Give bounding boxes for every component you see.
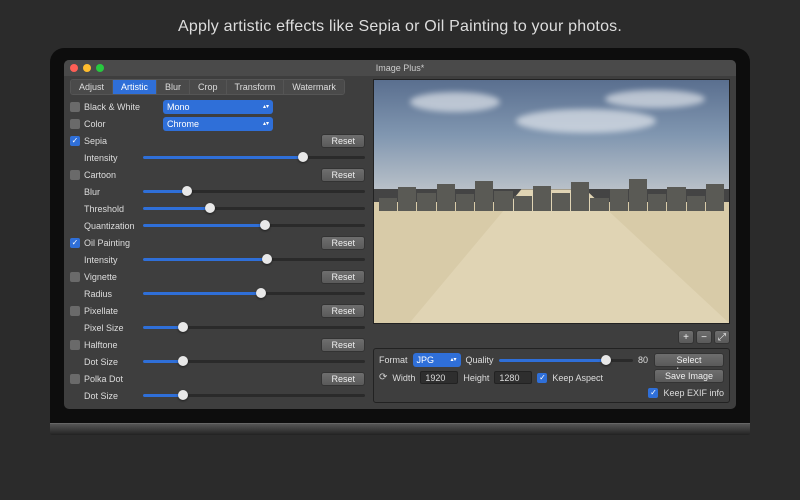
sepia-label: Sepia — [84, 136, 107, 146]
height-label: Height — [463, 373, 489, 383]
cartoon-label: Cartoon — [84, 170, 116, 180]
keep-aspect-checkbox[interactable] — [537, 373, 547, 383]
sepia-checkbox[interactable] — [70, 136, 80, 146]
image-preview — [373, 79, 730, 324]
sepia-intensity-slider[interactable] — [143, 151, 365, 165]
polka-label: Polka Dot — [84, 374, 123, 384]
tab-adjust[interactable]: Adjust — [71, 80, 113, 94]
zoom-fit-button[interactable]: ⤢ — [714, 330, 730, 344]
tab-transform[interactable]: Transform — [227, 80, 285, 94]
quality-label: Quality — [466, 355, 494, 365]
vignette-radius-slider[interactable] — [143, 287, 365, 301]
keep-aspect-label: Keep Aspect — [552, 373, 603, 383]
oil-intensity-slider[interactable] — [143, 253, 365, 267]
cartoon-blur-label: Blur — [84, 187, 139, 197]
polka-checkbox[interactable] — [70, 374, 80, 384]
bw-checkbox[interactable] — [70, 102, 80, 112]
bw-select[interactable]: Mono ▴▾ — [163, 100, 273, 114]
oil-checkbox[interactable] — [70, 238, 80, 248]
save-image-button[interactable]: Save Image — [654, 369, 724, 383]
polka-size-slider[interactable] — [143, 389, 365, 403]
halftone-checkbox[interactable] — [70, 340, 80, 350]
color-label: Color — [84, 119, 159, 129]
cartoon-checkbox[interactable] — [70, 170, 80, 180]
sepia-reset-button[interactable]: Reset — [321, 134, 365, 148]
cartoon-quant-slider[interactable] — [143, 219, 365, 233]
format-label: Format — [379, 355, 408, 365]
cartoon-quant-label: Quantization — [84, 221, 139, 231]
pixellate-size-label: Pixel Size — [84, 323, 139, 333]
close-icon[interactable] — [70, 64, 78, 72]
tab-bar: Adjust Artistic Blur Crop Transform Wate… — [70, 79, 345, 95]
height-input[interactable]: 1280 — [494, 371, 532, 384]
tab-crop[interactable]: Crop — [190, 80, 227, 94]
quality-value: 80 — [638, 355, 648, 365]
zoom-in-button[interactable]: + — [678, 330, 694, 344]
cartoon-blur-slider[interactable] — [143, 185, 365, 199]
keep-exif-label: Keep EXIF info — [663, 388, 724, 398]
chevron-updown-icon: ▴▾ — [450, 358, 456, 362]
zoom-out-button[interactable]: − — [696, 330, 712, 344]
refresh-icon[interactable]: ⟳ — [379, 372, 387, 383]
format-select[interactable]: JPG ▴▾ — [413, 353, 461, 367]
pixellate-checkbox[interactable] — [70, 306, 80, 316]
polka-size-label: Dot Size — [84, 391, 139, 401]
sepia-intensity-label: Intensity — [84, 153, 139, 163]
halftone-reset-button[interactable]: Reset — [321, 338, 365, 352]
color-checkbox[interactable] — [70, 119, 80, 129]
cartoon-threshold-label: Threshold — [84, 204, 139, 214]
titlebar: Image Plus* — [64, 60, 736, 76]
quality-slider[interactable] — [499, 354, 633, 366]
tab-blur[interactable]: Blur — [157, 80, 190, 94]
color-select[interactable]: Chrome ▴▾ — [163, 117, 273, 131]
window-title: Image Plus* — [64, 63, 736, 73]
tab-watermark[interactable]: Watermark — [284, 80, 344, 94]
vignette-label: Vignette — [84, 272, 117, 282]
chevron-updown-icon: ▴▾ — [263, 105, 269, 109]
controls-panel: Adjust Artistic Blur Crop Transform Wate… — [70, 79, 365, 403]
export-panel: Format JPG ▴▾ Quality 80 — [373, 348, 730, 403]
bw-label: Black & White — [84, 102, 159, 112]
chevron-updown-icon: ▴▾ — [263, 122, 269, 126]
oil-reset-button[interactable]: Reset — [321, 236, 365, 250]
pixellate-size-slider[interactable] — [143, 321, 365, 335]
tab-artistic[interactable]: Artistic — [113, 80, 157, 94]
halftone-size-label: Dot Size — [84, 357, 139, 367]
marketing-headline: Apply artistic effects like Sepia or Oil… — [0, 0, 800, 48]
keep-exif-checkbox[interactable] — [648, 388, 658, 398]
pixellate-label: Pixellate — [84, 306, 118, 316]
cartoon-reset-button[interactable]: Reset — [321, 168, 365, 182]
oil-intensity-label: Intensity — [84, 255, 139, 265]
minimize-icon[interactable] — [83, 64, 91, 72]
halftone-label: Halftone — [84, 340, 118, 350]
polka-reset-button[interactable]: Reset — [321, 372, 365, 386]
halftone-size-slider[interactable] — [143, 355, 365, 369]
oil-label: Oil Painting — [84, 238, 130, 248]
laptop-mockup: Image Plus* Adjust Artistic Blur Crop Tr… — [50, 48, 750, 435]
select-image-button[interactable]: Select Image — [654, 353, 724, 367]
pixellate-reset-button[interactable]: Reset — [321, 304, 365, 318]
app-window: Image Plus* Adjust Artistic Blur Crop Tr… — [64, 60, 736, 409]
vignette-checkbox[interactable] — [70, 272, 80, 282]
cartoon-threshold-slider[interactable] — [143, 202, 365, 216]
zoom-icon[interactable] — [96, 64, 104, 72]
width-label: Width — [392, 373, 415, 383]
vignette-reset-button[interactable]: Reset — [321, 270, 365, 284]
width-input[interactable]: 1920 — [420, 371, 458, 384]
vignette-radius-label: Radius — [84, 289, 139, 299]
